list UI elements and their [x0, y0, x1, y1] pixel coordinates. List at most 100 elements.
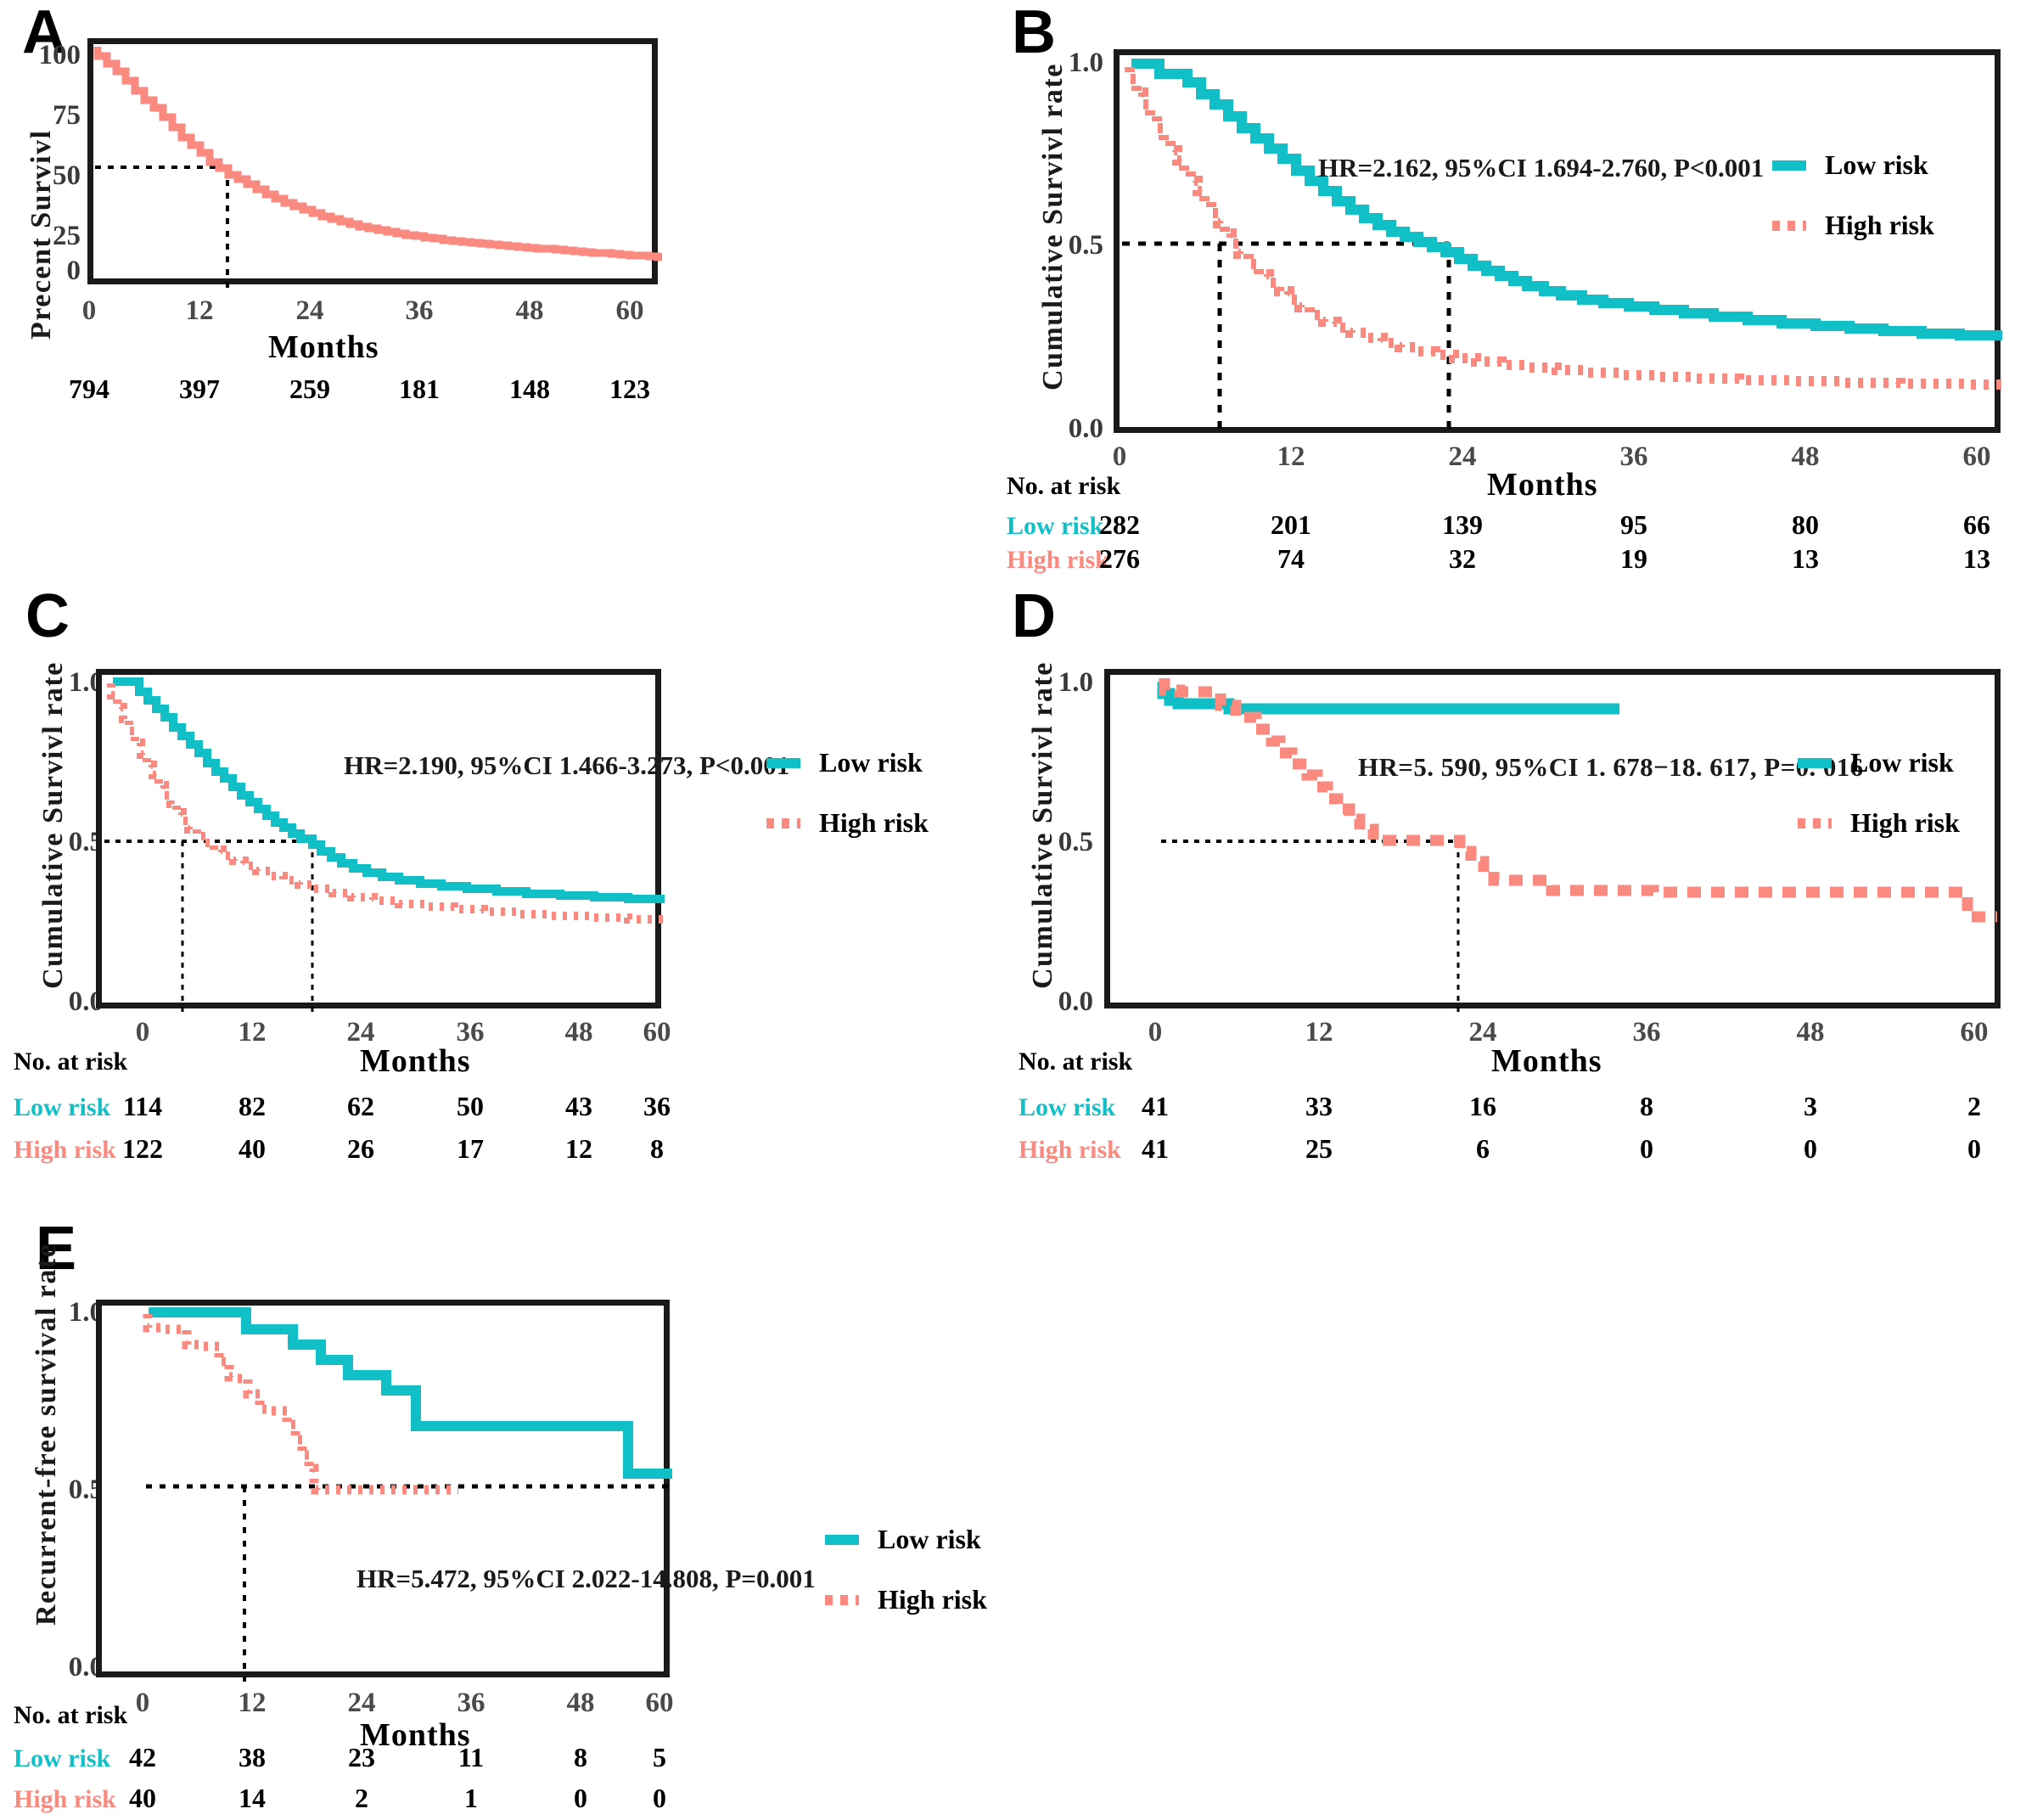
- low-risk-line-icon: [1772, 160, 1806, 171]
- panel-e-high-0: 40: [129, 1783, 156, 1813]
- panel-b-legend: Low risk High risk: [1772, 149, 1934, 270]
- panel-c-xtick-5: 60: [643, 1017, 671, 1048]
- panel-b-legend-high: High risk: [1772, 210, 1934, 241]
- panel-e-hr-annotation: HR=5.472, 95%CI 2.022-14.808, P=0.001: [356, 1564, 816, 1593]
- panel-c-legend-high: High risk: [766, 807, 929, 839]
- panel-e-xtick-2: 24: [347, 1688, 376, 1718]
- panel-c-row-label-high: High risk: [14, 1136, 116, 1164]
- panel-e-legend-low: Low risk: [825, 1524, 987, 1555]
- panel-c-low-4: 43: [565, 1091, 592, 1121]
- panel-e-legend-high-label: High risk: [878, 1584, 987, 1615]
- panel-b-row-label-high: High risk: [1007, 546, 1109, 574]
- panel-d-high-4: 0: [1804, 1133, 1817, 1164]
- panel-d-xtick-0: 0: [1148, 1017, 1163, 1048]
- low-risk-line-icon: [766, 757, 800, 768]
- panel-d-ytick-2: 0.0: [1058, 986, 1093, 1017]
- panel-b-high-2: 32: [1449, 543, 1476, 574]
- panel-e-legend: Low risk High risk: [825, 1524, 987, 1644]
- panel-c-legend: Low risk High risk: [766, 747, 929, 868]
- panel-c-xtick-1: 12: [238, 1017, 267, 1048]
- panel-b-xtick-2: 24: [1448, 441, 1477, 472]
- panel-d-high-3: 0: [1640, 1133, 1653, 1164]
- panel-e-legend-high: High risk: [825, 1584, 987, 1615]
- panel-d-xtick-1: 12: [1305, 1017, 1333, 1048]
- panel-a-xtick-5: 60: [615, 295, 644, 326]
- panel-a-series-overall: [93, 47, 662, 261]
- panel-b-xtick-3: 36: [1619, 441, 1648, 472]
- panel-c-hr-annotation: HR=2.190, 95%CI 1.466-3.273, P<0.001: [344, 750, 790, 780]
- panel-d-legend-low: Low risk: [1798, 747, 1960, 778]
- panel-d-series-low: [1157, 682, 1619, 715]
- panel-e-high-5: 0: [653, 1783, 666, 1813]
- panel-a-xtick-0: 0: [81, 295, 97, 326]
- panel-e-ytick-1: 0.5: [68, 1475, 104, 1505]
- panel-e-curves: [143, 1307, 673, 1682]
- panel-b-xtick-4: 48: [1791, 441, 1820, 472]
- panel-c-series-low: [113, 677, 665, 903]
- panel-c-ylabel: Cumulative Survivl rate: [37, 661, 69, 989]
- panel-d-no-at-risk-label: No. at risk: [1019, 1048, 1133, 1076]
- panel-b-high-0: 276: [1099, 543, 1140, 574]
- panel-b-hr-annotation: HR=2.162, 95%CI 1.694-2.760, P<0.001: [1318, 153, 1765, 183]
- panel-b-ytick-2: 0.0: [1068, 413, 1103, 444]
- panel-c-high-1: 40: [239, 1133, 266, 1164]
- panel-b-xtick-1: 12: [1277, 441, 1305, 472]
- panel-d-low-0: 41: [1142, 1091, 1169, 1121]
- panel-d-low-1: 33: [1305, 1091, 1333, 1121]
- panel-a-plot-area: [87, 38, 662, 289]
- panel-c-row-label-low: Low risk: [14, 1093, 111, 1121]
- panel-c-legend-low: Low risk: [766, 747, 929, 778]
- panel-b-legend-low: Low risk: [1772, 149, 1934, 181]
- panel-c-xlabel: Months: [360, 1043, 471, 1079]
- panel-c-low-5: 36: [643, 1091, 671, 1121]
- panel-e-plot-area: [96, 1300, 673, 1682]
- panel-d-xtick-5: 60: [1960, 1017, 1989, 1048]
- panel-d-hr-annotation: HR=5. 590, 95%CI 1. 678−18. 617, P=0. 01…: [1358, 752, 1864, 782]
- panel-b-xtick-0: 0: [1112, 441, 1127, 472]
- panel-e-row-label-low: Low risk: [14, 1744, 111, 1772]
- panel-d-letter: D: [1012, 582, 1056, 650]
- panel-d-legend: Low risk High risk: [1798, 747, 1960, 868]
- panel-a-xtick-4: 48: [515, 295, 544, 326]
- panel-b-ylabel: Cumulative Survivl rate: [1037, 63, 1069, 390]
- panel-e-xtick-4: 48: [566, 1688, 595, 1718]
- high-risk-line-icon: [766, 817, 800, 829]
- panel-d-legend-low-label: Low risk: [1850, 747, 1954, 778]
- panel-d-low-2: 16: [1469, 1091, 1496, 1121]
- panel-d-xtick-3: 36: [1632, 1017, 1661, 1048]
- panel-e-ytick-0: 1.0: [68, 1297, 104, 1328]
- panel-a-xtick-2: 24: [295, 295, 324, 326]
- panel-e-low-0: 42: [129, 1742, 156, 1772]
- panel-e-high-4: 0: [574, 1783, 587, 1813]
- panel-b-xlabel: Months: [1487, 467, 1598, 503]
- panel-e-high-1: 14: [239, 1783, 266, 1813]
- panel-b-high-3: 19: [1620, 543, 1647, 574]
- panel-d-xlabel: Months: [1491, 1043, 1602, 1079]
- panel-b-ytick-0: 1.0: [1068, 48, 1103, 78]
- panel-d-low-5: 2: [1967, 1091, 1981, 1121]
- panel-c-high-0: 122: [122, 1133, 163, 1164]
- panel-d-ylabel: Cumulative Survivl rate: [1027, 661, 1058, 989]
- panel-c-letter: C: [25, 582, 70, 650]
- high-risk-line-icon: [1798, 817, 1832, 829]
- panel-c-xtick-4: 48: [564, 1017, 593, 1048]
- panel-e-low-4: 8: [574, 1742, 587, 1772]
- panel-a-xtick-1: 12: [185, 295, 214, 326]
- panel-a-risk-3: 181: [399, 374, 440, 404]
- panel-c-low-0: 114: [122, 1091, 163, 1121]
- panel-b-high-4: 13: [1792, 543, 1819, 574]
- panel-e-high-2: 2: [355, 1783, 368, 1813]
- panel-d-high-0: 41: [1142, 1133, 1169, 1164]
- panel-c-ytick-2: 0.0: [68, 986, 104, 1017]
- panel-e-xtick-5: 60: [645, 1688, 674, 1718]
- panel-e-low-1: 38: [239, 1742, 266, 1772]
- high-risk-line-icon: [825, 1594, 859, 1605]
- panel-c-low-3: 50: [457, 1091, 484, 1121]
- panel-b-no-at-risk-label: No. at risk: [1007, 472, 1121, 500]
- panel-c-no-at-risk-label: No. at risk: [14, 1048, 128, 1076]
- panel-c-high-4: 12: [565, 1133, 592, 1164]
- panel-a-ytick-1: 75: [53, 100, 81, 131]
- panel-e-series-low: [149, 1307, 672, 1479]
- panel-b-low-4: 80: [1792, 509, 1819, 540]
- panel-e-low-2: 23: [348, 1742, 375, 1772]
